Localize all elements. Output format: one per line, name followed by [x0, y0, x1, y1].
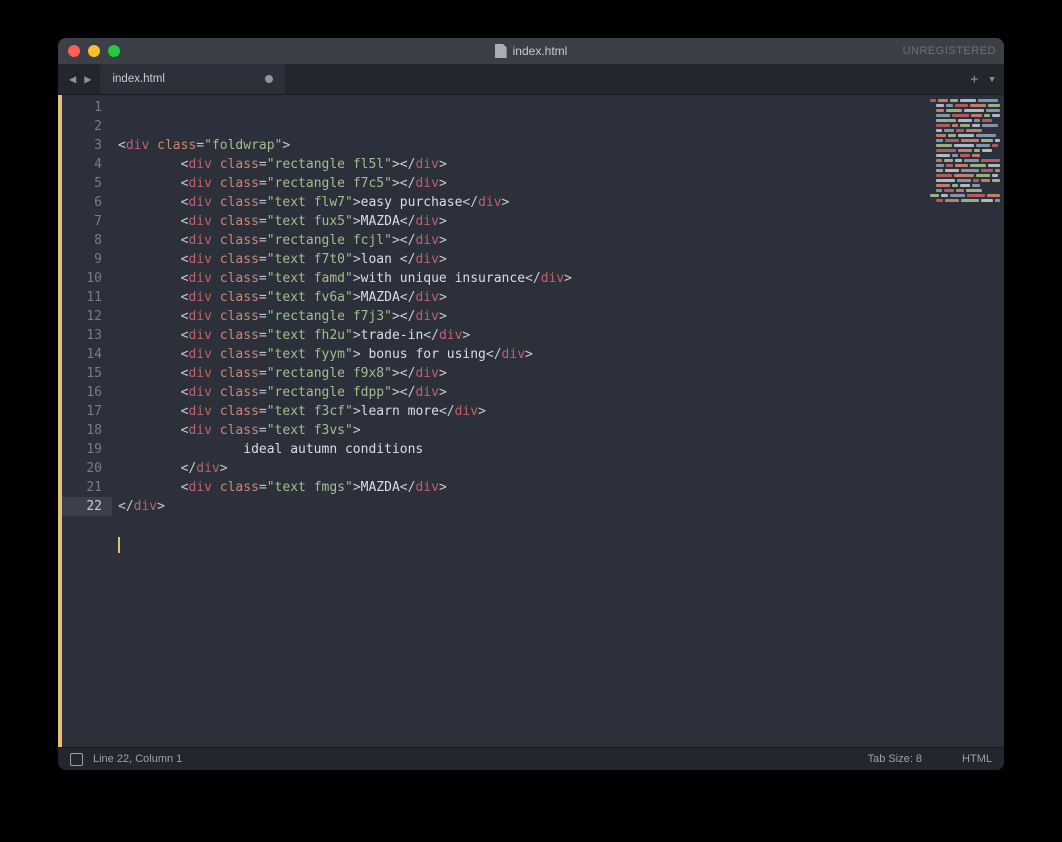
tab-label: index.html	[112, 73, 164, 85]
titlebar[interactable]: index.html UNREGISTERED	[58, 38, 1004, 64]
code-line[interactable]: <div class="text flw7">easy purchase</di…	[118, 193, 1004, 212]
code-line[interactable]: <div class="foldwrap">	[118, 136, 1004, 155]
syntax-mode[interactable]: HTML	[962, 753, 992, 765]
code-line[interactable]: <div class="rectangle fdpp"></div>	[118, 383, 1004, 402]
line-number[interactable]: 2	[62, 117, 112, 136]
code-line[interactable]: <div class="text f7t0">loan </div>	[118, 250, 1004, 269]
document-icon	[495, 44, 507, 58]
code-line[interactable]: <div class="text fh2u">trade-in</div>	[118, 326, 1004, 345]
tab-menu-icon[interactable]: ▾	[988, 72, 996, 87]
code-line[interactable]: <div class="text fyym"> bonus for using<…	[118, 345, 1004, 364]
code-line[interactable]: <div class="text fux5">MAZDA</div>	[118, 212, 1004, 231]
editor-window: index.html UNREGISTERED ◀ ▶ index.html +…	[58, 38, 1004, 770]
registration-status: UNREGISTERED	[903, 45, 996, 57]
window-title: index.html	[58, 44, 1004, 58]
panel-switch-icon[interactable]	[70, 753, 83, 766]
line-number[interactable]: 6	[62, 193, 112, 212]
code-line[interactable]: <div class="text f3cf">learn more</div>	[118, 402, 1004, 421]
title-text: index.html	[513, 44, 568, 58]
tab-index-html[interactable]: index.html	[100, 64, 284, 94]
back-icon[interactable]: ◀	[66, 70, 79, 88]
editor-area[interactable]: 12345678910111213141516171819202122 <div…	[58, 95, 1004, 747]
line-number[interactable]: 20	[62, 459, 112, 478]
line-number[interactable]: 11	[62, 288, 112, 307]
line-number[interactable]: 16	[62, 383, 112, 402]
dirty-indicator-icon	[265, 75, 273, 83]
tab-size[interactable]: Tab Size: 8	[868, 753, 922, 765]
line-number[interactable]: 17	[62, 402, 112, 421]
code-content[interactable]: <div class="foldwrap"> <div class="recta…	[112, 95, 1004, 747]
code-line[interactable]: </div>	[118, 459, 1004, 478]
code-line[interactable]: <div class="text famd">with unique insur…	[118, 269, 1004, 288]
line-number[interactable]: 8	[62, 231, 112, 250]
line-number[interactable]: 5	[62, 174, 112, 193]
line-number[interactable]: 13	[62, 326, 112, 345]
minimap[interactable]	[930, 97, 1000, 207]
code-line[interactable]: <div class="text fmgs">MAZDA</div>	[118, 478, 1004, 497]
line-number[interactable]: 7	[62, 212, 112, 231]
line-number[interactable]: 22	[58, 497, 112, 516]
zoom-icon[interactable]	[108, 45, 120, 57]
line-number[interactable]: 1	[62, 98, 112, 117]
code-line[interactable]: <div class="text fv6a">MAZDA</div>	[118, 288, 1004, 307]
status-bar: Line 22, Column 1 Tab Size: 8 HTML	[58, 747, 1004, 770]
tab-bar: ◀ ▶ index.html + ▾	[58, 64, 1004, 95]
code-line[interactable]: <div class="rectangle f9x8"></div>	[118, 364, 1004, 383]
minimize-icon[interactable]	[88, 45, 100, 57]
cursor-position[interactable]: Line 22, Column 1	[93, 753, 182, 765]
line-number[interactable]: 12	[62, 307, 112, 326]
line-number[interactable]: 3	[62, 136, 112, 155]
line-number[interactable]: 14	[62, 345, 112, 364]
line-number[interactable]: 18	[62, 421, 112, 440]
new-tab-icon[interactable]: +	[970, 72, 978, 87]
line-number[interactable]: 9	[62, 250, 112, 269]
window-controls	[68, 45, 120, 57]
history-nav: ◀ ▶	[66, 70, 94, 88]
line-number[interactable]: 15	[62, 364, 112, 383]
code-line[interactable]: <div class="rectangle f7j3"></div>	[118, 307, 1004, 326]
forward-icon[interactable]: ▶	[81, 70, 94, 88]
code-line[interactable]: ideal autumn conditions	[118, 440, 1004, 459]
code-line[interactable]: <div class="rectangle f7c5"></div>	[118, 174, 1004, 193]
code-line[interactable]: <div class="rectangle fl5l"></div>	[118, 155, 1004, 174]
code-line[interactable]: <div class="text f3vs">	[118, 421, 1004, 440]
code-line[interactable]	[118, 535, 1004, 554]
line-number[interactable]: 19	[62, 440, 112, 459]
line-number[interactable]: 21	[62, 478, 112, 497]
code-line[interactable]	[118, 516, 1004, 535]
line-number[interactable]: 4	[62, 155, 112, 174]
close-icon[interactable]	[68, 45, 80, 57]
code-line[interactable]: </div>	[118, 497, 1004, 516]
line-number-gutter[interactable]: 12345678910111213141516171819202122	[58, 95, 112, 747]
line-number[interactable]: 10	[62, 269, 112, 288]
code-line[interactable]: <div class="rectangle fcjl"></div>	[118, 231, 1004, 250]
